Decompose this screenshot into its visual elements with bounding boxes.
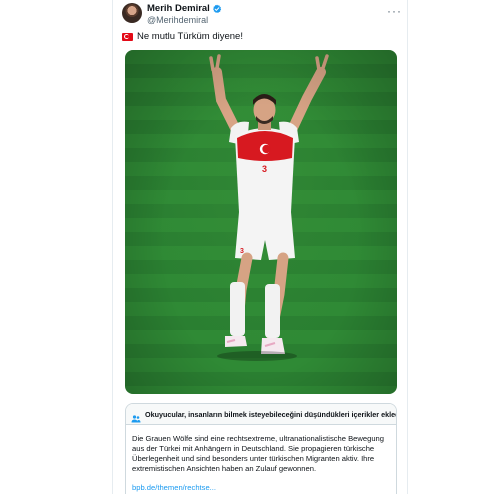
tweet-card: Merih Demiral @Merihdemiral ··· Ne mutlu… [112, 0, 408, 494]
more-options-icon[interactable]: ··· [387, 5, 402, 17]
community-note: Okuyucular, insanların bilmek isteyebile… [125, 403, 397, 494]
community-note-link[interactable]: bpb.de/themen/rechtse... [126, 474, 396, 492]
tweet-text: Ne mutlu Türküm diyene! [137, 31, 243, 42]
people-icon [131, 410, 141, 423]
verified-badge-icon [212, 4, 222, 14]
jersey-number: 3 [262, 164, 267, 174]
tweet-photo[interactable]: 3 3 [125, 50, 397, 394]
tweet-header: Merih Demiral @Merihdemiral ··· [122, 3, 402, 27]
svg-text:3: 3 [240, 248, 244, 255]
community-note-title: Okuyucular, insanların bilmek isteyebile… [145, 409, 397, 419]
community-note-header: Okuyucular, insanların bilmek isteyebile… [126, 404, 396, 425]
avatar[interactable] [122, 3, 142, 23]
author-handle[interactable]: @Merihdemiral [147, 15, 222, 25]
author-name-row: Merih Demiral [147, 3, 222, 14]
author-name[interactable]: Merih Demiral [147, 3, 210, 14]
turkey-flag-icon [122, 32, 133, 41]
player-illustration: 3 3 [209, 54, 329, 361]
author-block: Merih Demiral @Merihdemiral [147, 3, 222, 25]
community-note-body: Die Grauen Wölfe sind eine rechtsextreme… [132, 434, 384, 473]
tweet-text-row: Ne mutlu Türküm diyene! [122, 31, 243, 42]
